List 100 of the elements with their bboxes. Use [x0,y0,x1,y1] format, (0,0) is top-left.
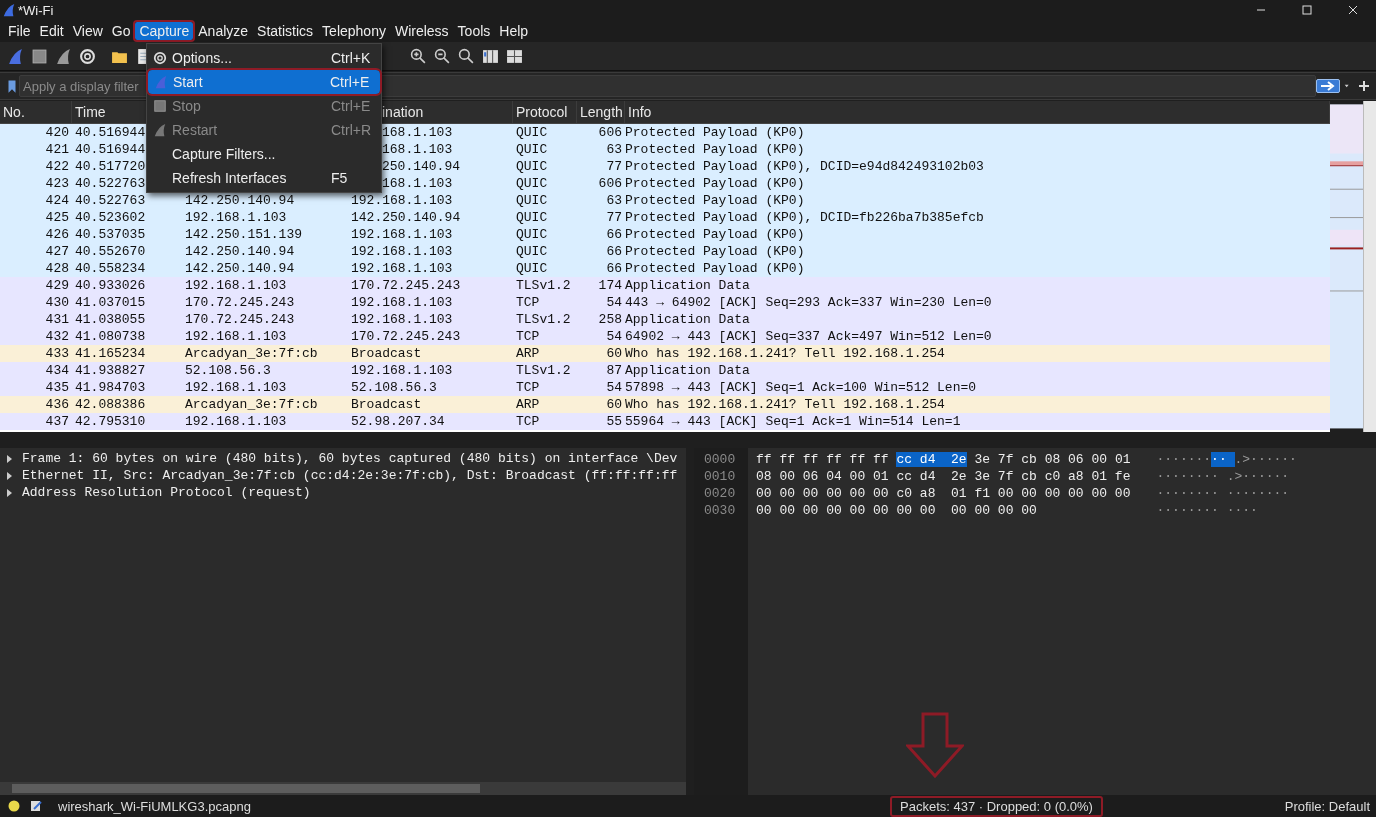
menu-item[interactable]: Tools [453,22,495,40]
table-cell: QUIC [516,244,548,259]
restart-fin-icon[interactable] [55,47,72,65]
down-arrow-icon [906,712,964,778]
table-cell: Who has 192.168.1.241? Tell 192.168.1.254 [625,397,945,412]
packet-row[interactable]: 430 41.037015 170.72.245.243 192.168.1.103 TCP 54 443 → 64902 [ACK] Seq=293 Ack=337 Win=230 Len=0 [0,294,1330,311]
menu-item[interactable]: Wireless [390,22,453,40]
profile-label[interactable]: Profile: Default [1284,798,1370,814]
table-cell: 142.250.140.94 [185,244,295,259]
menu-item[interactable]: Statistics [253,22,318,40]
menu-item[interactable]: View [68,22,107,40]
packet-row[interactable]: 424 40.522763 142.250.140.94 192.168.1.103 QUIC 63 Protected Payload (KP0) [0,192,1330,209]
hex-offset: 0000 [704,451,737,468]
table-cell: 42.795310 [75,414,146,429]
resize-columns-icon[interactable] [482,47,499,65]
table-cell: TCP [516,414,540,429]
zoom-out-icon[interactable] [434,47,451,65]
menu-item[interactable]: Edit [35,22,68,40]
table-cell: 426 [45,227,69,242]
table-cell: 63 [606,142,622,157]
packet-row[interactable]: 433 41.165234 Arcadyan_3e:7f:cb Broadcast ARP 60 Who has 192.168.1.241? Tell 192.168.1.254 [0,345,1330,362]
table-cell: 437 [45,414,69,429]
table-cell: 142.250.140.94 [185,261,295,276]
table-cell: 443 → 64902 [ACK] Seq=293 Ack=337 Win=230 Len=0 [625,295,992,310]
table-icon[interactable] [506,47,523,65]
table-cell: 40.558234 [75,261,146,276]
status-dot-icon[interactable] [8,800,20,812]
collapsed-arrow-icon[interactable] [5,471,13,480]
table-cell: 170.72.245.243 [351,329,461,344]
collapsed-arrow-icon[interactable] [5,454,13,463]
table-cell: 40.933026 [75,278,146,293]
table-cell: 77 [606,210,622,225]
table-cell: 52.108.56.3 [351,380,437,395]
table-cell: 250.140.94 [382,159,460,174]
table-cell: 433 [45,346,69,361]
packet-row[interactable]: 425 40.523602 192.168.1.103 142.250.140.94 QUIC 77 Protected Payload (KP0), DCID=fb226ba7b385efcb [0,209,1330,226]
shark-fin-icon[interactable] [7,47,24,65]
menu-item[interactable]: Analyze [194,22,253,40]
table-cell: 54 [606,329,622,344]
table-cell: QUIC [516,142,548,157]
packet-row[interactable]: 427 40.552670 142.250.140.94 192.168.1.103 QUIC 66 Protected Payload (KP0) [0,243,1330,260]
menu-item[interactable]: Help [495,22,533,40]
tree-item[interactable]: Address Resolution Protocol (request) [0,484,686,501]
restart-fin-icon [153,123,167,137]
table-cell: 174 [598,278,622,293]
table-cell: 192.168.1.103 [351,261,453,276]
apply-filter-button[interactable] [1316,79,1340,93]
table-cell: 87 [606,363,622,378]
packet-row[interactable]: 429 40.933026 192.168.1.103 170.72.245.243 TLSv1.2 174 Application Data [0,277,1330,294]
table-cell: 40.552670 [75,244,146,259]
packet-row[interactable]: 436 42.088386 Arcadyan_3e:7f:cb Broadcast ARP 60 Who has 192.168.1.241? Tell 192.168.1.254 [0,396,1330,413]
tree-item[interactable]: Ethernet II, Src: Arcadyan_3e:7f:cb (cc:d4:2e:3e:7f:cb), Dst: Broadcast (ff:ff:ff:ff [0,467,686,484]
hex-bytes: ff ff ff ff ff ff cc d4 2e 3e 7f cb 08 06 00 01 [756,451,1131,468]
column-header[interactable]: Protocol [513,101,577,123]
table-cell: 192.168.1.103 [185,380,287,395]
table-cell: Who has 192.168.1.241? Tell 192.168.1.254 [625,346,945,361]
packet-row[interactable]: 431 41.038055 170.72.245.243 192.168.1.103 TLSv1.2 258 Application Data [0,311,1330,328]
menu-item[interactable]: File [4,22,35,40]
horizontal-scrollbar[interactable] [0,782,686,795]
packet-row[interactable]: 428 40.558234 142.250.140.94 192.168.1.103 QUIC 66 Protected Payload (KP0) [0,260,1330,277]
packet-row[interactable]: 434 41.938827 52.108.56.3 192.168.1.103 TLSv1.2 87 Application Data [0,362,1330,379]
collapsed-arrow-icon[interactable] [5,488,13,497]
table-cell: 170.72.245.243 [185,295,295,310]
table-cell: 192.168.1.103 [185,329,287,344]
packet-row[interactable]: 437 42.795310 192.168.1.103 52.98.207.34 TCP 55 55964 → 443 [ACK] Seq=1 Ack=1 Win=514 Len=1 [0,413,1330,430]
menu-item[interactable]: Options... Ctrl+K [147,46,381,70]
packet-row[interactable]: 432 41.080738 192.168.1.103 170.72.245.243 TCP 54 64902 → 443 [ACK] Seq=337 Ack=497 Win=512 Len=0 [0,328,1330,345]
table-cell: Broadcast [351,397,422,412]
table-cell: 142.250.140.94 [351,210,461,225]
table-cell: Protected Payload (KP0) [625,125,805,140]
capture-file-name: wireshark_Wi-FiUMLKG3.pcapng [58,798,252,814]
column-header[interactable]: No. [0,101,72,123]
table-cell: 40.516944 [75,142,146,157]
menu-item[interactable]: Telephony [318,22,390,40]
table-cell: 192.168.1.103 [351,295,453,310]
ascii-bytes: ········ ········ [1156,485,1291,502]
scrollbar[interactable] [1363,101,1376,432]
zoom-reset-icon[interactable] [458,47,475,65]
table-cell: 192.168.1.103 [351,227,453,242]
table-cell: ARP [516,346,540,361]
tree-item[interactable]: Frame 1: 60 bytes on wire (480 bits), 60 bytes captured (480 bits) on interface \Dev [0,450,686,467]
packet-row[interactable]: 426 40.537035 142.250.151.139 192.168.1.103 QUIC 66 Protected Payload (KP0) [0,226,1330,243]
table-cell: 192.168.1.103 [185,414,287,429]
zoom-in-icon[interactable] [410,47,427,65]
column-header[interactable]: Length [577,101,625,123]
menu-item[interactable]: Capture [135,22,194,40]
edit-icon[interactable] [30,800,42,812]
menu-item[interactable]: Go [107,22,135,40]
plus-icon[interactable] [1358,80,1370,92]
stop-icon[interactable] [31,47,48,65]
table-cell: 66 [606,261,622,276]
table-cell: Protected Payload (KP0) [625,142,805,157]
table-cell: 40.522763 [75,193,146,208]
packet-row[interactable]: 435 41.984703 192.168.1.103 52.108.56.3 TCP 54 57898 → 443 [ACK] Seq=1 Ack=100 Win=512 Len=0 [0,379,1330,396]
table-cell: Protected Payload (KP0) [625,193,805,208]
menu-item[interactable]: Start Ctrl+E [148,70,380,94]
table-cell: 168.1.103 [382,125,453,140]
table-cell: 42.088386 [75,397,146,412]
table-cell: 428 [45,261,69,276]
tree-item-text: Address Resolution Protocol (request) [22,485,311,500]
